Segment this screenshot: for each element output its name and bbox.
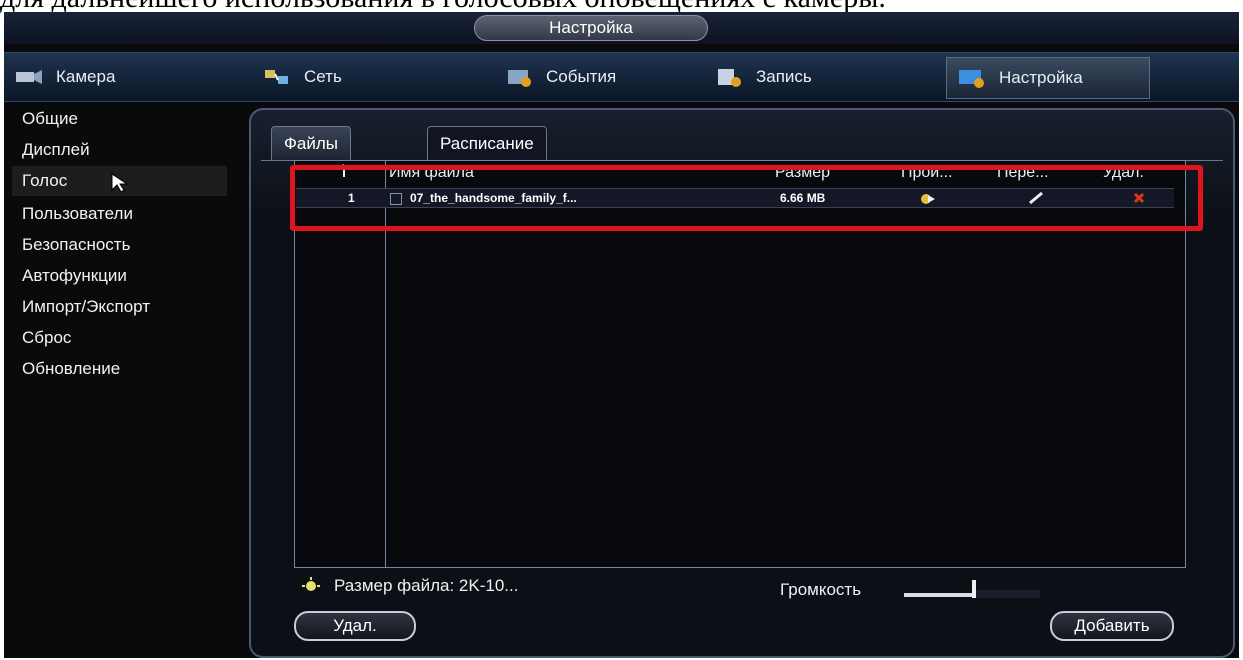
nav-tab-label: События [546, 67, 617, 86]
sidebar-item-users[interactable]: Пользователи [12, 199, 227, 229]
info-bulb-icon [302, 577, 320, 591]
window-title: Настройка [474, 15, 708, 41]
nav-tab-events[interactable]: События [504, 57, 704, 97]
volume-label: Громкость [780, 580, 862, 599]
nav-tab-record[interactable]: Запись [714, 57, 914, 97]
nav-tab-label: Настройка [999, 68, 1083, 87]
tab-schedule[interactable]: Расписание [427, 126, 547, 161]
nav-tab-network[interactable]: Сеть [262, 57, 462, 97]
tab-files[interactable]: Файлы [271, 126, 352, 161]
nav-tab-label: Сеть [304, 67, 342, 86]
mouse-cursor-icon [111, 173, 129, 193]
sidebar-item-auto-functions[interactable]: Автофункции [12, 261, 227, 291]
highlight-frame [290, 165, 1203, 231]
camera-icon [16, 70, 42, 84]
volume-track-fill [904, 593, 974, 597]
nav-tab-label: Камера [56, 67, 116, 86]
events-icon [508, 70, 531, 87]
top-navigation: Камера Сеть События Запись Настройка [4, 52, 1239, 102]
nav-tab-label: Запись [756, 67, 812, 86]
settings-icon [959, 70, 984, 88]
volume-track [974, 590, 1040, 598]
nav-tab-camera[interactable]: Камера [14, 57, 234, 97]
title-bar: Настройка [4, 12, 1239, 44]
network-icon [265, 70, 288, 84]
file-size-note: Размер файла: 2K-10... [334, 576, 519, 595]
sidebar-item-update[interactable]: Обновление [12, 354, 227, 384]
nav-tab-settings[interactable]: Настройка [946, 57, 1150, 99]
dvr-settings-screen: Настройка Камера Сеть События Запись Нас… [4, 12, 1239, 658]
delete-button[interactable]: Удал. [294, 611, 416, 641]
sidebar-item-security[interactable]: Безопасность [12, 230, 227, 260]
volume-knob[interactable] [972, 580, 976, 598]
sidebar-item-reset[interactable]: Сброс [12, 323, 227, 353]
sidebar-item-import-export[interactable]: Импорт/Экспорт [12, 292, 227, 322]
sidebar-item-display[interactable]: Дисплей [12, 135, 227, 165]
sidebar-item-general[interactable]: Общие [12, 104, 227, 134]
add-button[interactable]: Добавить [1050, 611, 1174, 641]
record-icon [718, 69, 741, 87]
volume-slider[interactable] [904, 580, 1040, 598]
